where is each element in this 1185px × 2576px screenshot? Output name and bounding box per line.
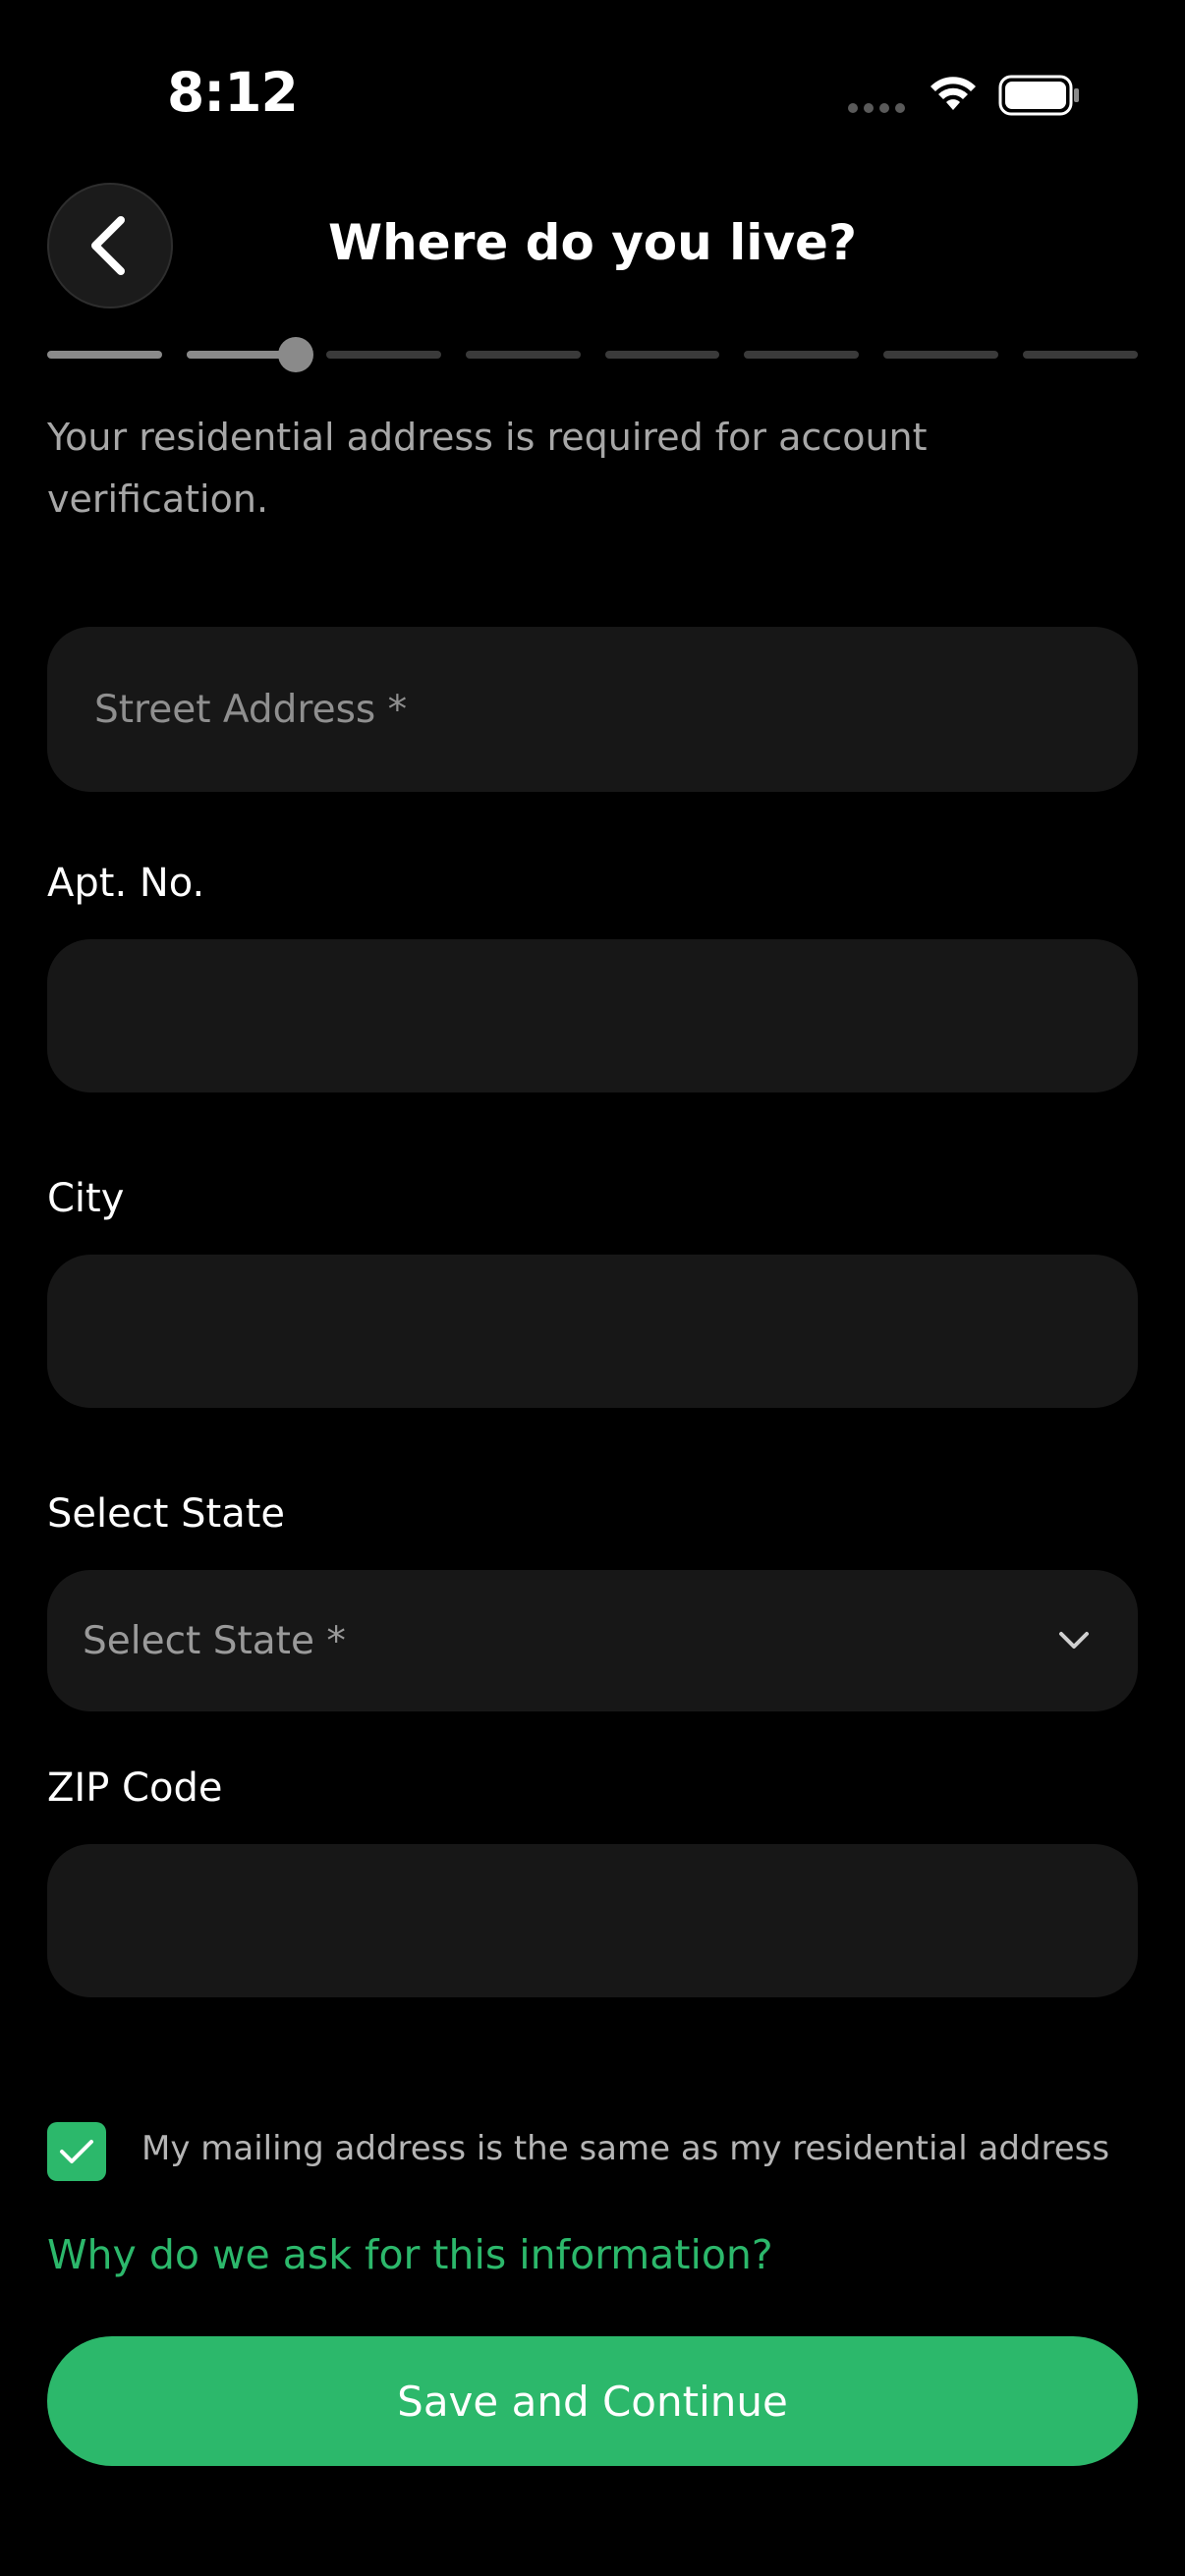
page-title: Where do you live? (328, 214, 857, 271)
chevron-left-icon (91, 216, 125, 275)
state-select-value: Select State * (83, 1618, 346, 1663)
progress-bar (47, 337, 1138, 372)
zip-code-label: ZIP Code (47, 1765, 223, 1811)
back-button[interactable] (47, 183, 173, 308)
progress-knob (277, 337, 313, 372)
progress-segment (465, 351, 581, 359)
chevron-down-icon (1059, 1632, 1089, 1649)
city-label: City (47, 1176, 125, 1221)
battery-icon (998, 75, 1079, 116)
status-time: 8:12 (167, 61, 299, 124)
why-info-link[interactable]: Why do we ask for this information? (47, 2231, 773, 2278)
progress-segment (604, 351, 720, 359)
progress-segment (186, 337, 313, 372)
mailing-same-label: My mailing address is the same as my res… (141, 2129, 1110, 2168)
progress-segment (1023, 351, 1138, 359)
wifi-icon (931, 77, 976, 110)
signal-dots-icon (848, 103, 905, 113)
progress-segment (325, 351, 441, 359)
progress-segment (47, 351, 162, 359)
apt-no-label: Apt. No. (47, 861, 205, 906)
checkmark-icon (60, 2140, 93, 2163)
page-subtitle: Your residential address is required for… (47, 416, 928, 521)
progress-segment (744, 351, 860, 359)
zip-code-input[interactable] (47, 1844, 1138, 1997)
save-and-continue-button[interactable]: Save and Continue (47, 2336, 1138, 2466)
apt-no-input[interactable] (47, 939, 1138, 1092)
state-label: Select State (47, 1491, 285, 1537)
progress-segment (883, 351, 999, 359)
state-select[interactable]: Select State * (47, 1570, 1138, 1711)
mailing-same-checkbox[interactable] (47, 2122, 106, 2181)
street-address-input[interactable] (47, 627, 1138, 792)
city-input[interactable] (47, 1255, 1138, 1408)
